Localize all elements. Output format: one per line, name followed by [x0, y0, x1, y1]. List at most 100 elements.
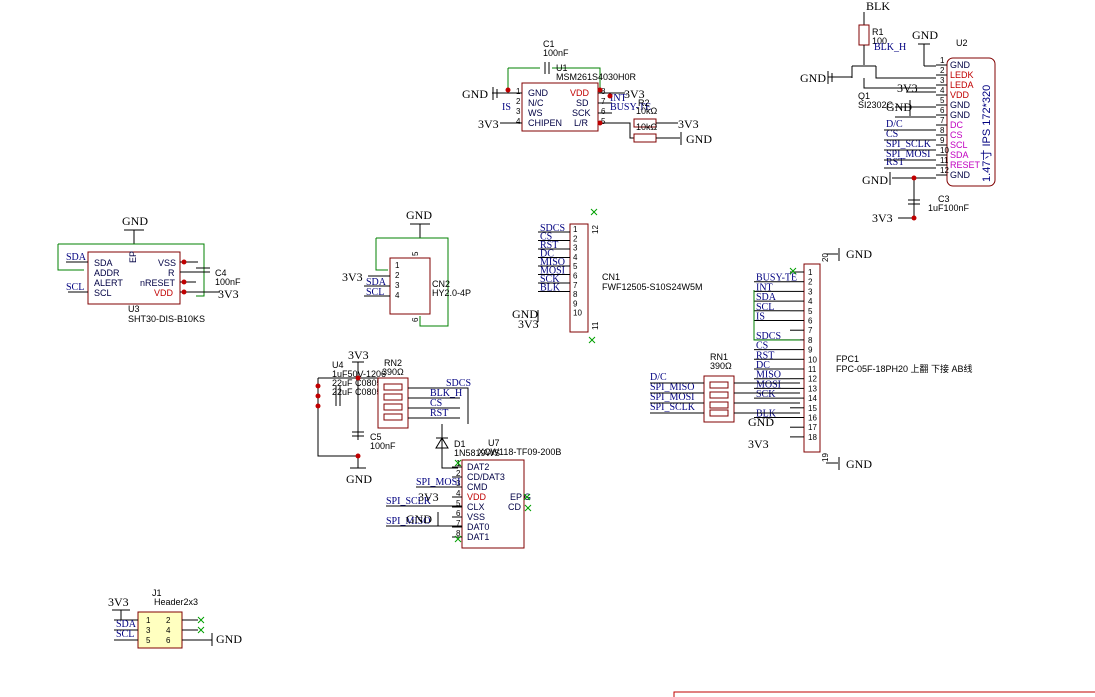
- u1-pin-lr: L/R: [574, 118, 589, 128]
- fpc-num: 5: [808, 307, 813, 316]
- c5-val: 100nF: [370, 441, 396, 451]
- fpc1-part: FPC-05F-18PH20 上翻 下接 AB线: [836, 363, 973, 374]
- u2-pin-num: 4: [940, 86, 945, 95]
- v33-symbol: 3V3: [108, 595, 129, 609]
- u7-pin-label: CMD: [467, 482, 488, 492]
- u1-num: 1: [516, 87, 521, 96]
- cn1-ref: CN1: [602, 272, 620, 282]
- cn1-part: FWF12505-S10S24W5M: [602, 282, 703, 292]
- net-scl: SCL: [116, 629, 134, 640]
- fpc-num: 8: [808, 336, 813, 345]
- net-is: IS: [502, 102, 511, 113]
- u7-pin-label: CLX: [467, 502, 485, 512]
- u2-pin-label: LEDA: [950, 80, 974, 90]
- gnd-symbol: GND: [846, 457, 872, 471]
- v33-symbol: 3V3: [478, 117, 499, 131]
- u7-num: 7: [456, 519, 461, 528]
- u1-pin-sck: SCK: [572, 108, 591, 118]
- v33-symbol: 3V3: [218, 287, 239, 301]
- cn1-num: 1: [573, 225, 578, 234]
- u3-pin: SCL: [94, 288, 112, 298]
- gnd-symbol: GND: [846, 247, 872, 261]
- fpc-num: 1: [808, 268, 813, 277]
- rn2-val: 390Ω: [382, 367, 404, 377]
- gnd-symbol: GND: [748, 415, 774, 429]
- cn1-num: 2: [573, 234, 578, 243]
- u7-pin-label: DAT2: [467, 462, 489, 472]
- fpc-num: 3: [808, 287, 813, 296]
- gnd-symbol: GND: [406, 208, 432, 222]
- fpc-num: 4: [808, 297, 813, 306]
- fpc-num: 19: [821, 453, 830, 462]
- v33-symbol: 3V3: [897, 81, 918, 95]
- j1-num: 1: [146, 616, 151, 625]
- gnd-symbol: GND: [912, 28, 938, 42]
- u7-num: 6: [456, 509, 461, 518]
- u2-pin-num: 10: [940, 146, 949, 155]
- u7-pin-label: VDD: [467, 492, 487, 502]
- gnd-symbol: GND: [122, 214, 148, 228]
- u2-pin-num: 1: [940, 56, 945, 65]
- u7-num: 4: [456, 489, 461, 498]
- fpc-net: IS: [756, 312, 765, 323]
- sheet-frame: [673, 691, 1095, 697]
- u2-pin-label: CS: [950, 130, 963, 140]
- fpc-num: 2: [808, 278, 813, 287]
- fpc-num: 18: [808, 433, 817, 442]
- net-rst: RST: [430, 408, 448, 419]
- net-spi-sclk: SPI_SCLK: [650, 402, 696, 413]
- u3-ref: U3: [128, 304, 140, 314]
- u7-pin-label: CD/DAT3: [467, 472, 505, 482]
- gnd-symbol: GND: [462, 87, 488, 101]
- net-scl: SCL: [66, 282, 84, 293]
- u2-pin-label: VDD: [950, 90, 970, 100]
- fpc-num: 16: [808, 414, 817, 423]
- v33-symbol: 3V3: [342, 270, 363, 284]
- u1-num: 7: [601, 97, 606, 106]
- net-sda: SDA: [66, 252, 87, 263]
- j1-num: 3: [146, 626, 151, 635]
- cn2-num: 6: [411, 317, 420, 322]
- net-rst: RST: [886, 157, 904, 168]
- u7-pin-label: VSS: [467, 512, 485, 522]
- u7-pin-label: DAT0: [467, 522, 489, 532]
- cn1-num: 8: [573, 290, 578, 299]
- fpc-connector-block: 123456789101112131415161718BUSY-TEINTSDA…: [650, 247, 973, 471]
- j1-num: 5: [146, 636, 151, 645]
- fpc-num: 17: [808, 423, 817, 432]
- u2-pin-label: GND: [950, 110, 971, 120]
- u2-pin-num: 7: [940, 116, 945, 125]
- cn1-num: 10: [573, 309, 582, 318]
- fpc-num: 12: [808, 375, 817, 384]
- u3-part: SHT30-DIS-B10KS: [128, 314, 205, 324]
- u2-pin-num: 11: [940, 156, 949, 165]
- u1-pin-ws: WS: [528, 108, 543, 118]
- fpc-num: 10: [808, 355, 817, 364]
- cn1-num: 6: [573, 272, 578, 281]
- u3-pin: ALERT: [94, 278, 123, 288]
- cap-0805: 22uF C0805: [332, 387, 382, 397]
- c1-val: 100nF: [543, 48, 569, 58]
- c3-val: 1uF100nF: [928, 203, 970, 213]
- gnd-symbol: GND: [406, 512, 432, 526]
- u1-num: 2: [516, 97, 521, 106]
- fpc-num: 14: [808, 394, 817, 403]
- c4-val: 100nF: [215, 277, 241, 287]
- schematic-canvas: C1 100nF U1 MSM261S4030H0R GND N/C WS CH…: [57, 0, 1095, 697]
- u2-pin-label: GND: [950, 60, 971, 70]
- fpc-num: 6: [808, 317, 813, 326]
- j1-num: 4: [166, 626, 171, 635]
- r2-val: 10kΩ: [636, 106, 658, 116]
- u3-pin: VSS: [158, 258, 176, 268]
- r-val: 10kΩ: [636, 122, 658, 132]
- cn1-num: 3: [573, 244, 578, 253]
- u2-pin-num: 3: [940, 76, 945, 85]
- cn1-num: 5: [573, 262, 578, 271]
- u1-num: 6: [601, 107, 606, 116]
- cn1-num: 9: [573, 299, 578, 308]
- v33-symbol: 3V3: [518, 317, 539, 331]
- fpc-num: 15: [808, 404, 817, 413]
- fpc1-ref: FPC1: [836, 354, 859, 364]
- u2-pin-num: 2: [940, 66, 945, 75]
- cn1-num: 12: [591, 225, 600, 234]
